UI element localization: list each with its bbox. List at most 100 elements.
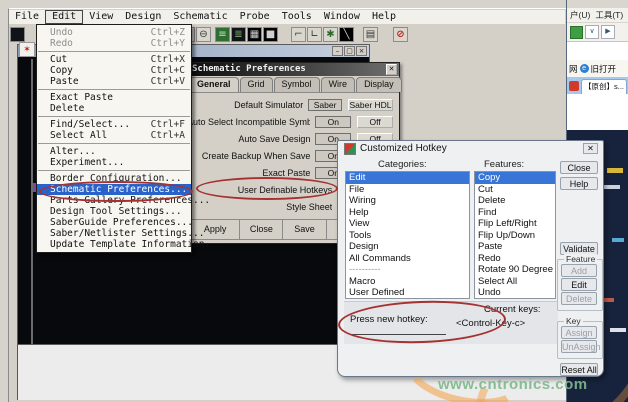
- feature-item[interactable]: Paste: [475, 241, 555, 253]
- probe-icon[interactable]: ╲: [339, 27, 354, 42]
- menu-view[interactable]: View: [83, 11, 119, 23]
- bookmark-label[interactable]: 网: [569, 63, 578, 75]
- category-item[interactable]: Help: [346, 207, 469, 219]
- browser-menu-tools[interactable]: 工具(T): [595, 9, 623, 21]
- menu-item-label: Exact Paste: [50, 92, 113, 103]
- menu-item-delete[interactable]: Delete: [37, 103, 191, 114]
- chevron-down-icon[interactable]: ∨: [585, 25, 599, 39]
- dialog-titlebar[interactable]: Schematic Preferences: [187, 63, 399, 76]
- menu-item-exact-paste[interactable]: Exact Paste: [37, 92, 191, 103]
- menu-window[interactable]: Window: [318, 11, 366, 23]
- edit-button[interactable]: Edit: [561, 278, 597, 291]
- menu-item-redo[interactable]: RedoCtrl+Y: [37, 38, 191, 49]
- dialog-titlebar[interactable]: Customized Hotkey: [338, 141, 603, 156]
- add-button[interactable]: Add: [561, 264, 597, 277]
- menu-item-saber-netlister-settings[interactable]: Saber/Netlister Settings...: [37, 228, 191, 239]
- menu-item-paste[interactable]: PasteCtrl+V: [37, 76, 191, 87]
- menu-item-cut[interactable]: CutCtrl+X: [37, 54, 191, 65]
- menu-item-experiment[interactable]: Experiment...: [37, 157, 191, 168]
- menu-tools[interactable]: Tools: [276, 11, 318, 23]
- close-button[interactable]: Close: [240, 220, 283, 239]
- minimize-button[interactable]: –: [332, 46, 343, 56]
- menu-item-design-tool-settings[interactable]: Design Tool Settings...: [37, 206, 191, 217]
- auto-select-off-button[interactable]: Off: [357, 116, 393, 128]
- close-button[interactable]: ×: [356, 46, 367, 56]
- fill-icon[interactable]: ■: [263, 27, 278, 42]
- menu-item-undo[interactable]: UndoCtrl+Z: [37, 27, 191, 38]
- category-item[interactable]: Edit: [346, 172, 469, 184]
- categories-listbox[interactable]: Edit File Wiring Help View Tools Design …: [345, 171, 470, 299]
- maximize-button[interactable]: ▢: [344, 46, 355, 56]
- close-button[interactable]: Close: [560, 161, 598, 174]
- save-button[interactable]: Save: [283, 220, 326, 239]
- category-item[interactable]: Macro: [346, 276, 469, 288]
- new-design-icon[interactable]: [10, 27, 25, 42]
- feature-group: Feature Add Edit Delete: [557, 259, 603, 311]
- menu-schematic[interactable]: Schematic: [167, 11, 233, 23]
- menu-item-update-template-information[interactable]: Update Template Information...: [37, 239, 191, 250]
- layers-icon[interactable]: ≣: [231, 27, 246, 42]
- browser-extension-icon[interactable]: [570, 26, 583, 39]
- category-item[interactable]: All Commands: [346, 253, 469, 265]
- saber-button[interactable]: Saber: [308, 99, 342, 111]
- menu-item-find-select[interactable]: Find/Select...Ctrl+F: [37, 119, 191, 130]
- grid-toggle-icon[interactable]: ▦: [247, 27, 262, 42]
- go-icon[interactable]: ▶: [601, 25, 615, 39]
- tab-general[interactable]: General: [189, 77, 239, 92]
- feature-item[interactable]: Cut: [475, 184, 555, 196]
- bus-wire-icon[interactable]: ∟: [307, 27, 322, 42]
- browser-tab[interactable]: 【原创】s... ×: [581, 79, 627, 94]
- menu-item-saberguide-preferences[interactable]: SaberGuide Preferences...: [37, 217, 191, 228]
- auto-select-on-button[interactable]: On: [315, 116, 351, 128]
- feature-item[interactable]: Find: [475, 207, 555, 219]
- saber-hdl-button[interactable]: Saber HDL: [348, 99, 393, 111]
- menu-probe[interactable]: Probe: [234, 11, 276, 23]
- feature-item[interactable]: Flip Left/Right: [475, 218, 555, 230]
- parts-gallery-icon[interactable]: ≡: [215, 27, 230, 42]
- zoom-out-icon[interactable]: ⊖: [196, 27, 211, 42]
- tab-display[interactable]: Display: [356, 77, 402, 92]
- simulate-disabled-icon[interactable]: ⊘: [393, 27, 408, 42]
- art-icon[interactable]: ✶: [19, 42, 35, 57]
- menu-item-copy[interactable]: CopyCtrl+C: [37, 65, 191, 76]
- category-item[interactable]: View: [346, 218, 469, 230]
- close-icon[interactable]: ✕: [583, 143, 598, 154]
- tab-wire[interactable]: Wire: [321, 77, 356, 92]
- category-item[interactable]: Wiring: [346, 195, 469, 207]
- page-text-speck: [612, 238, 624, 242]
- category-item[interactable]: User Defined: [346, 287, 469, 299]
- feature-item[interactable]: Undo: [475, 287, 555, 299]
- feature-item[interactable]: Copy: [475, 172, 555, 184]
- tab-symbol[interactable]: Symbol: [274, 77, 320, 92]
- browser-toolbar: ∨ ▶: [567, 22, 628, 42]
- page-text-speck: [604, 298, 614, 302]
- help-button[interactable]: Help: [560, 177, 598, 190]
- category-separator: ----------: [346, 264, 469, 276]
- wire-icon[interactable]: ⌐: [291, 27, 306, 42]
- report-icon[interactable]: ▤: [363, 27, 378, 42]
- close-icon[interactable]: ✕: [386, 64, 397, 75]
- delete-button[interactable]: Delete: [561, 292, 597, 305]
- tab-grid[interactable]: Grid: [240, 77, 273, 92]
- menu-item-select-all[interactable]: Select AllCtrl+A: [37, 130, 191, 141]
- features-listbox[interactable]: Copy Cut Delete Find Flip Left/Right Fli…: [474, 171, 556, 299]
- tab-close-icon[interactable]: ×: [626, 82, 627, 91]
- category-item[interactable]: File: [346, 184, 469, 196]
- feature-item[interactable]: Rotate 90 Degree: [475, 264, 555, 276]
- open-with-label[interactable]: 旧打开: [591, 63, 617, 75]
- menu-shortcut: Ctrl+V: [151, 76, 185, 87]
- category-item[interactable]: Tools: [346, 230, 469, 242]
- menu-design[interactable]: Design: [119, 11, 167, 23]
- menu-file[interactable]: File: [9, 11, 45, 23]
- menu-edit[interactable]: Edit: [45, 10, 83, 24]
- netlist-icon[interactable]: ✱: [323, 27, 338, 42]
- feature-item[interactable]: Redo: [475, 253, 555, 265]
- favicon: [569, 81, 579, 91]
- feature-item[interactable]: Flip Up/Down: [475, 230, 555, 242]
- menu-help[interactable]: Help: [366, 11, 402, 23]
- browser-menu-user[interactable]: 户(U): [570, 9, 590, 21]
- category-item[interactable]: Design: [346, 241, 469, 253]
- menu-item-alter[interactable]: Alter...: [37, 146, 191, 157]
- feature-item[interactable]: Delete: [475, 195, 555, 207]
- feature-item[interactable]: Select All: [475, 276, 555, 288]
